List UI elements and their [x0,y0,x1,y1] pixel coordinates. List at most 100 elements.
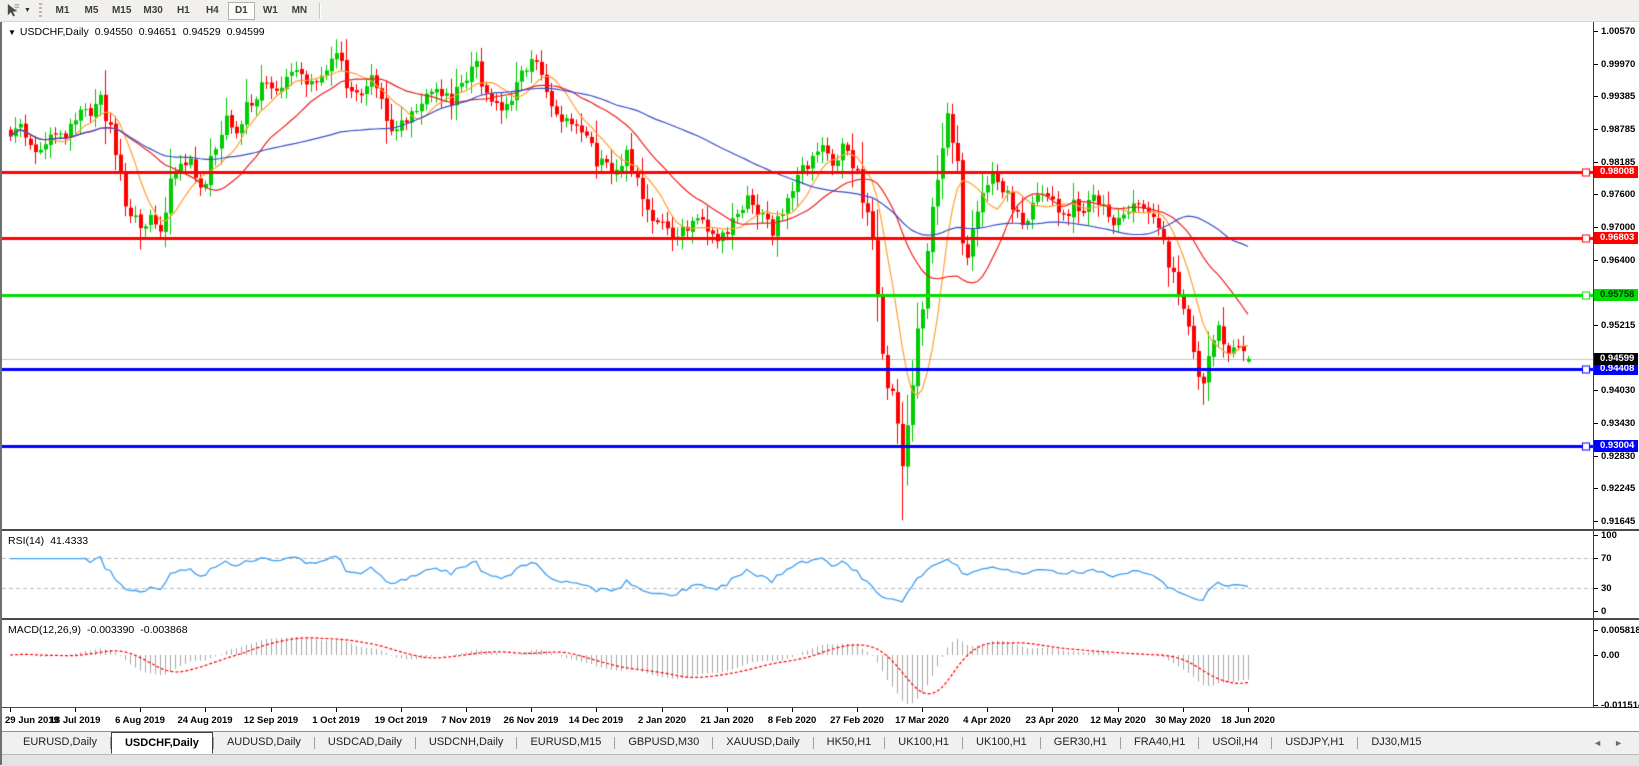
chart-tab-xauusd-daily[interactable]: XAUUSD,Daily [713,732,812,754]
chart-tab-usdchf-daily[interactable]: USDCHF,Daily [111,732,213,754]
date-tick-mark [1052,708,1053,712]
chart-tab-hk50-h1[interactable]: HK50,H1 [814,732,885,754]
macd-signal-value: -0.003868 [140,624,187,636]
macd-axis[interactable]: 0.0058180.00-0.011514 [1594,620,1639,707]
date-tick-mark [531,708,532,712]
date-tick-mark [336,708,337,712]
date-tick-label: 24 Aug 2019 [177,715,232,726]
macd-main-value: -0.003390 [87,624,134,636]
price-axis[interactable]: 1.005700.999700.993850.987850.981850.976… [1594,22,1639,529]
macd-readout: MACD(12,26,9)-0.003390-0.003868 [8,624,188,636]
date-tick-label: 12 May 2020 [1090,715,1145,726]
date-tick-label: 27 Feb 2020 [830,715,884,726]
rsi-axis[interactable]: 10070300 [1594,531,1639,618]
chart-tab-usdcad-daily[interactable]: USDCAD,Daily [315,732,415,754]
date-axis[interactable]: 29 Jun 201918 Jul 20196 Aug 201924 Aug 2… [2,708,1639,731]
ohlc-low: 0.94529 [183,26,221,38]
date-tick-mark [1118,708,1119,712]
axis-tick-label: 0.92830 [1594,451,1639,462]
date-tick-mark [10,708,11,712]
timeframe-button-m30[interactable]: M30 [138,2,167,20]
date-tick-label: 6 Aug 2019 [115,715,165,726]
price-line-label: 0.94599 [1594,353,1638,365]
chart-tab-usdcnh-daily[interactable]: USDCNH,Daily [416,732,517,754]
chart-tab-eurusd-m15[interactable]: EURUSD,M15 [517,732,614,754]
rsi-readout: RSI(14)41.4333 [8,535,88,547]
date-tick-mark [987,708,988,712]
date-tick-mark [596,708,597,712]
ohlc-open: 0.94550 [95,26,133,38]
rsi-plot-area[interactable]: RSI(14)41.4333 [2,531,1594,618]
date-tick-label: 12 Sep 2019 [244,715,298,726]
tab-scroll-left-icon[interactable]: ◄ [1593,738,1602,748]
timeframe-button-m1[interactable]: M1 [49,2,76,20]
timeframe-button-m15[interactable]: M15 [107,2,136,20]
timeframe-button-d1[interactable]: D1 [228,2,255,20]
macd-plot-area[interactable]: MACD(12,26,9)-0.003390-0.003868 [2,620,1594,707]
chart-tab-eurusd-daily[interactable]: EURUSD,Daily [10,732,110,754]
macd-panel: MACD(12,26,9)-0.003390-0.003868 0.005818… [2,620,1639,708]
date-tick-label: 8 Feb 2020 [768,715,817,726]
axis-tick-label: 0.99385 [1594,91,1639,102]
toolbar-separator [319,3,320,19]
date-tick-label: 4 Apr 2020 [963,715,1011,726]
rsi-panel: RSI(14)41.4333 10070300 [2,531,1639,620]
axis-tick-label: 0.94030 [1594,385,1639,396]
cursor-tool-button[interactable] [3,2,22,20]
chart-tab-uk100-h1[interactable]: UK100,H1 [885,732,962,754]
date-tick-mark [140,708,141,712]
chart-tab-audusd-daily[interactable]: AUDUSD,Daily [214,732,314,754]
candlestick-canvas[interactable] [2,22,1593,529]
price-line-label: 0.98008 [1594,166,1638,178]
rsi-canvas[interactable] [2,531,1593,618]
price-line-label: 0.96803 [1594,232,1638,244]
ohlc-close: 0.94599 [227,26,265,38]
date-tick-mark [792,708,793,712]
macd-canvas[interactable] [2,620,1593,707]
timeframe-button-h4[interactable]: H4 [199,2,226,20]
timeframe-button-w1[interactable]: W1 [257,2,284,20]
chart-tab-ger30-h1[interactable]: GER30,H1 [1041,732,1120,754]
axis-tick-label: 0.91645 [1594,516,1639,527]
chart-ohlc-readout: ▼USDCHF,Daily0.945500.946510.945290.9459… [8,26,265,38]
chart-collapse-icon[interactable]: ▼ [8,28,16,37]
chart-tab-usoil-h4[interactable]: USOil,H4 [1199,732,1271,754]
chart-tabs: EURUSD,DailyUSDCHF,DailyAUDUSD,DailyUSDC… [10,732,1434,754]
date-tick-label: 23 Apr 2020 [1026,715,1079,726]
axis-tick-label: 0.93430 [1594,418,1639,429]
date-tick-mark [75,708,76,712]
date-tick-mark [727,708,728,712]
date-tick-mark [466,708,467,712]
axis-tick-label: 0.99970 [1594,59,1639,70]
axis-tick-label: 0.98785 [1594,124,1639,135]
toolbar-grip-handle[interactable] [39,3,42,18]
date-tick-label: 2 Jan 2020 [638,715,686,726]
date-tick-label: 14 Dec 2019 [569,715,623,726]
date-tick-label: 1 Oct 2019 [312,715,360,726]
tab-scroll-right-icon[interactable]: ► [1614,738,1623,748]
rsi-value: 41.4333 [50,535,88,547]
chart-window: ▼USDCHF,Daily0.945500.946510.945290.9459… [0,22,1639,765]
main-chart-plot-area[interactable]: ▼USDCHF,Daily0.945500.946510.945290.9459… [2,22,1594,529]
timeframe-button-mn[interactable]: MN [286,2,313,20]
tool-dropdown-icon[interactable]: ▼ [22,7,36,14]
timeframe-button-h1[interactable]: H1 [170,2,197,20]
tab-scroll-controls: ◄ ► [1577,732,1639,754]
axis-tick-label: 30 [1594,583,1639,594]
axis-tick-label: 0.00 [1594,650,1639,661]
date-tick-mark [922,708,923,712]
chart-tab-dj30-m15[interactable]: DJ30,M15 [1358,732,1434,754]
chart-tab-fra40-h1[interactable]: FRA40,H1 [1121,732,1198,754]
date-tick-label: 17 Mar 2020 [895,715,949,726]
top-toolbar: ▼ M1M5M15M30H1H4D1W1MN [0,0,1639,22]
chart-tab-uk100-h1[interactable]: UK100,H1 [963,732,1040,754]
date-tick-mark [205,708,206,712]
chart-cursor-icon [5,3,20,18]
chart-tab-usdjpy-h1[interactable]: USDJPY,H1 [1272,732,1357,754]
date-tick-mark [1183,708,1184,712]
axis-tick-label: 0.95215 [1594,320,1639,331]
chart-tab-gbpusd-m30[interactable]: GBPUSD,M30 [615,732,712,754]
axis-tick-label: 100 [1594,530,1639,541]
timeframe-button-m5[interactable]: M5 [78,2,105,20]
axis-tick-label: 1.00570 [1594,26,1639,37]
